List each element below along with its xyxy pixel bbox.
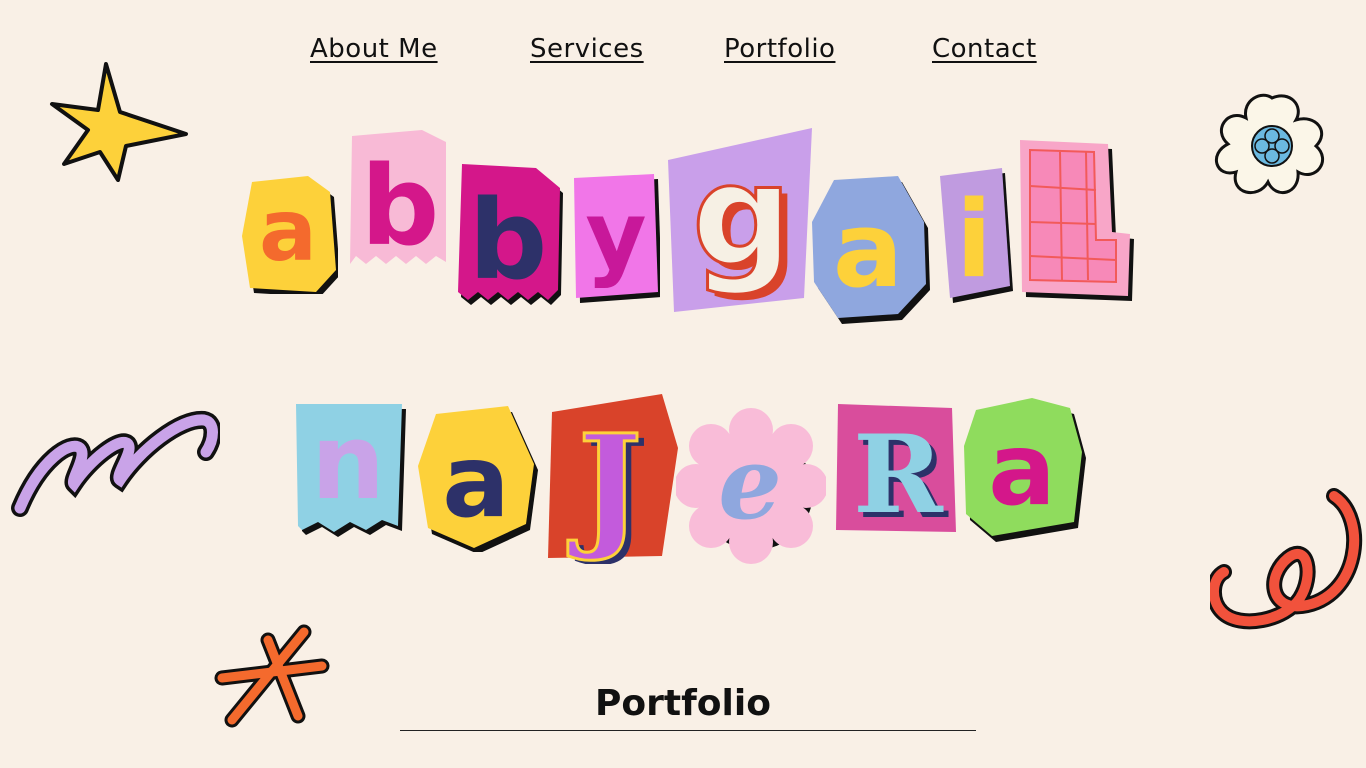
hero-letter-tile: a [812, 176, 930, 324]
hero-letter: a [833, 189, 903, 311]
hero-letter-tile: b [458, 164, 563, 305]
hero-letter: J [568, 405, 642, 564]
hero-letter: a [259, 181, 317, 281]
hero-letter: i [956, 178, 992, 301]
section-title: Portfolio [595, 683, 771, 724]
hero-letter: e [718, 424, 782, 542]
hero-letter-tile: i [940, 168, 1013, 303]
hero-letter: a [988, 411, 1055, 528]
hero-letter: b [469, 176, 548, 304]
hero-letter: n [311, 402, 385, 523]
hero-letter-tile: a [964, 398, 1086, 542]
hero-letter: y [585, 182, 646, 291]
hero-letter: b [361, 142, 440, 270]
hero-letter-tile: e [676, 408, 826, 564]
hero-letter-tile: L [1020, 140, 1134, 301]
hero-letter-tile: a [418, 406, 538, 552]
hero-letter: g [692, 135, 792, 298]
hero-letter: a [442, 423, 509, 540]
hero-letter-tile: J J [548, 394, 678, 564]
hero-letter-tile: R R [836, 404, 956, 536]
hero-letter-tile: g g [668, 128, 812, 312]
hero-letter-tile: n [296, 402, 406, 537]
hero-letter-tile: y [574, 174, 660, 303]
hero-name: a b b y g g a i L n a J J e R R a [0, 0, 1366, 768]
section-divider [400, 730, 976, 731]
hero-letter-tile: a [242, 176, 338, 294]
hero-letter: R [853, 412, 944, 536]
hero-letter-tile: b [350, 130, 446, 270]
